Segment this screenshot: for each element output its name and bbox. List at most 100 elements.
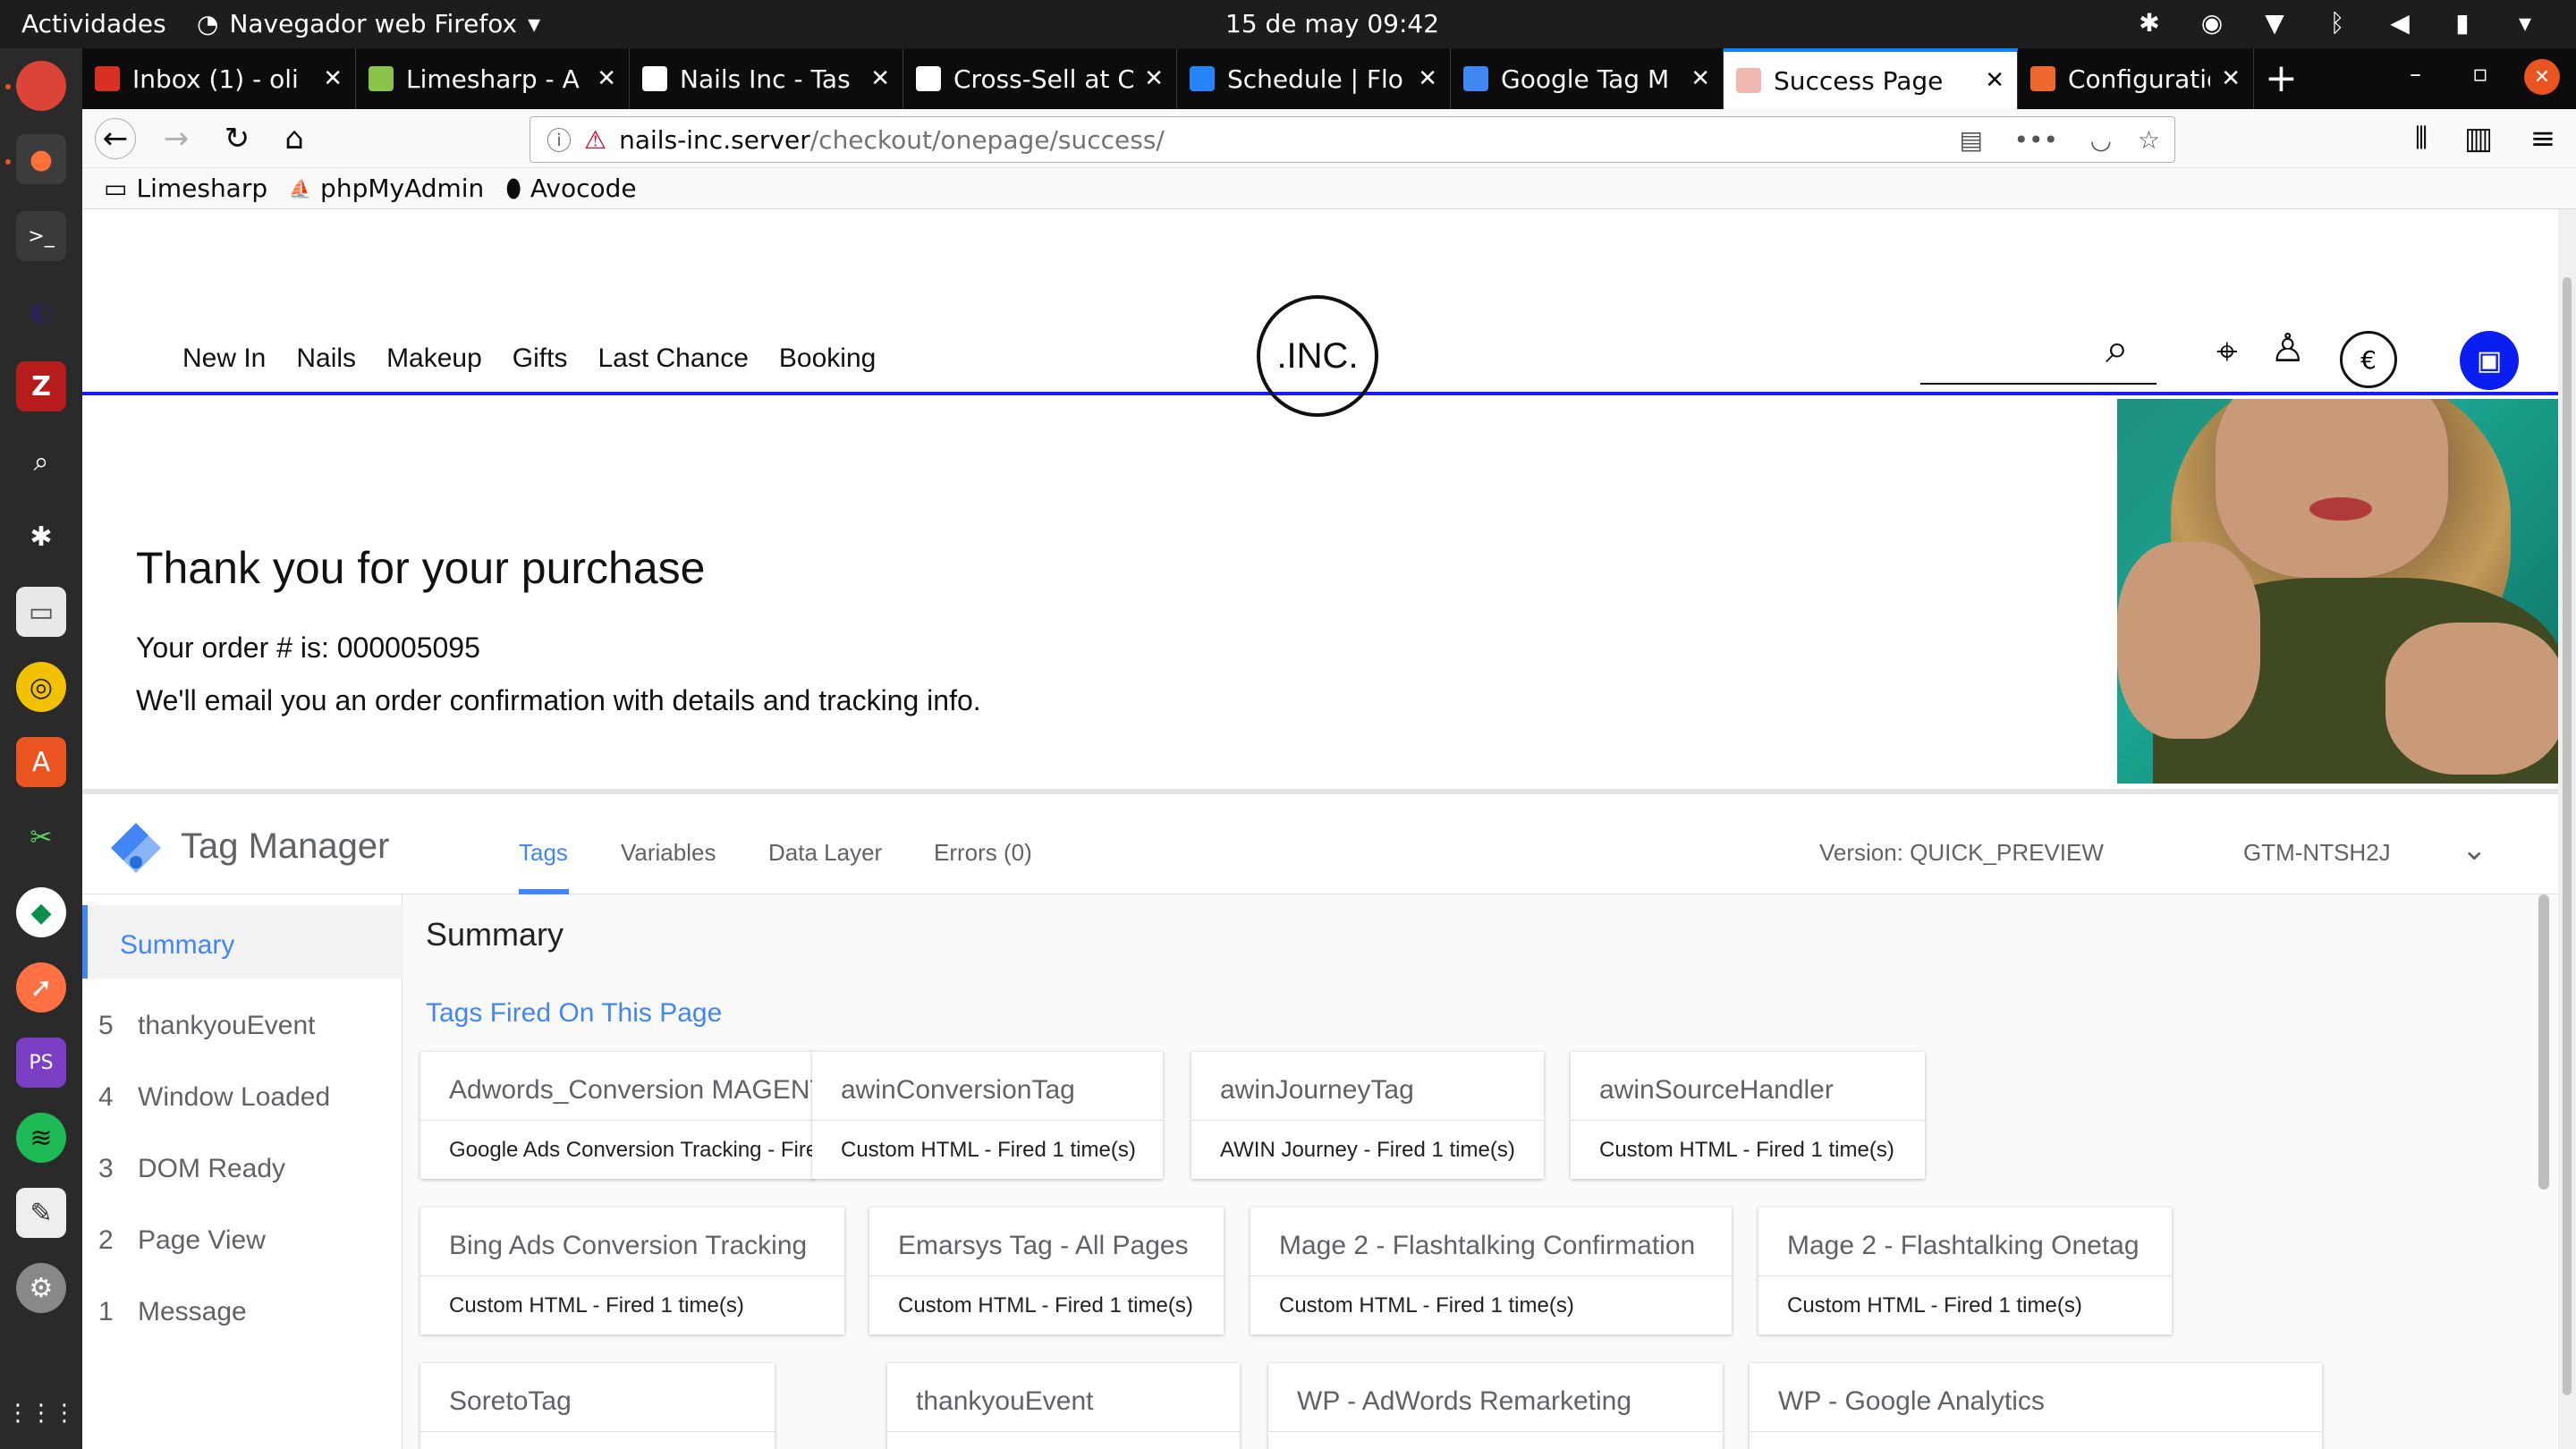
slack-tray-icon[interactable]: ✱ bbox=[2134, 7, 2165, 38]
store-locator-icon[interactable]: ⌖ bbox=[2216, 329, 2238, 374]
tab-errors[interactable]: Errors (0) bbox=[934, 839, 1032, 867]
clock[interactable]: 15 de may 09:42 bbox=[1225, 9, 1439, 38]
nav-gifts[interactable]: Gifts bbox=[513, 343, 568, 374]
browser-tab[interactable]: Schedule | Flo ✕ bbox=[1177, 48, 1451, 109]
tag-card[interactable]: WP - AdWords Remarketing bbox=[1268, 1363, 1723, 1449]
eclipse-icon[interactable]: ◐ bbox=[16, 286, 66, 336]
tag-card[interactable]: Mage 2 - Flashtalking Onetag Custom HTML … bbox=[1758, 1208, 2172, 1335]
reload-button[interactable]: ↻ bbox=[216, 118, 258, 159]
cart-bag-icon[interactable]: ▣ bbox=[2460, 331, 2519, 390]
tab-close-icon[interactable]: ✕ bbox=[323, 65, 343, 92]
tab-close-icon[interactable]: ✕ bbox=[1985, 67, 2004, 94]
power-menu-icon[interactable]: ▾ bbox=[2510, 7, 2540, 38]
bookmark-avocode[interactable]: ⬮ Avocode bbox=[505, 174, 636, 204]
back-button[interactable]: ← bbox=[95, 118, 136, 159]
slack-icon[interactable]: ✱ bbox=[16, 512, 66, 562]
sidebar-event-dom-ready[interactable]: 3 DOM Ready bbox=[98, 1154, 285, 1184]
browser-tab[interactable]: Google Tag M ✕ bbox=[1451, 48, 1724, 109]
insecure-lock-icon[interactable]: ⚠ bbox=[584, 125, 606, 155]
battery-icon[interactable]: ▮ bbox=[2447, 7, 2478, 38]
tab-tags[interactable]: Tags bbox=[519, 839, 568, 867]
browser-tab[interactable]: Limesharp - A ✕ bbox=[356, 48, 630, 109]
tag-card[interactable]: WP - Google Analytics bbox=[1750, 1363, 2322, 1449]
nav-booking[interactable]: Booking bbox=[779, 343, 876, 374]
tab-data-layer[interactable]: Data Layer bbox=[768, 839, 882, 867]
sidebar-event-thankyouevent[interactable]: 5 thankyouEvent bbox=[98, 1011, 315, 1041]
url-bar[interactable]: ⓘ ⚠ nails-inc.server/checkout/onepage/su… bbox=[530, 116, 2175, 163]
activities-button[interactable]: Actividades bbox=[21, 9, 166, 38]
site-search-input[interactable] bbox=[1920, 383, 2157, 385]
info-icon[interactable]: ⓘ bbox=[547, 122, 572, 157]
volume-icon[interactable]: ◀ bbox=[2385, 7, 2415, 38]
text-editor-icon[interactable]: ✎ bbox=[16, 1188, 66, 1238]
system-tray[interactable]: ✱ ◉ ▼ ᛒ ◀ ▮ ▾ bbox=[2134, 7, 2540, 38]
tab-close-icon[interactable]: ✕ bbox=[597, 65, 616, 92]
minimize-button[interactable]: – bbox=[2410, 61, 2421, 88]
rhythmbox-icon[interactable]: ◎ bbox=[16, 662, 66, 712]
browser-tab[interactable]: Cross-Sell at C ✕ bbox=[903, 48, 1177, 109]
browser-tab[interactable]: Configuration ✕ bbox=[2018, 48, 2254, 109]
sidebar-event-window-loaded[interactable]: 4 Window Loaded bbox=[98, 1082, 330, 1113]
tab-close-icon[interactable]: ✕ bbox=[1418, 65, 1437, 92]
reader-view-icon[interactable]: ▤ bbox=[1960, 125, 1983, 155]
tag-card[interactable]: thankyouEvent bbox=[887, 1363, 1240, 1449]
avocode-icon[interactable]: ◆ bbox=[16, 887, 66, 937]
firefox-icon[interactable]: ● bbox=[16, 134, 66, 184]
sidebar-event-message[interactable]: 1 Message bbox=[98, 1297, 247, 1327]
browser-tab[interactable]: Inbox (1) - oli ✕ bbox=[82, 48, 356, 109]
tag-card[interactable]: Emarsys Tag - All Pages Custom HTML - Fir… bbox=[869, 1208, 1224, 1335]
filezilla-icon[interactable]: Z bbox=[16, 361, 66, 411]
home-button[interactable]: ⌂ bbox=[274, 118, 315, 159]
tag-card[interactable]: Adwords_Conversion MAGENTO Google Ads Con… bbox=[420, 1052, 919, 1179]
tab-close-icon[interactable]: ✕ bbox=[870, 65, 890, 92]
tag-card[interactable]: awinConversionTag Custom HTML - Fired 1 t… bbox=[812, 1052, 1163, 1179]
chrome-icon[interactable] bbox=[16, 61, 66, 111]
browser-tab[interactable]: Success Page ✕ bbox=[1724, 48, 2018, 109]
tab-variables[interactable]: Variables bbox=[621, 839, 716, 867]
account-icon[interactable]: ♙ bbox=[2270, 326, 2305, 371]
bookmark-phpmyadmin[interactable]: ⛵ phpMyAdmin bbox=[289, 174, 484, 203]
phpstorm-icon[interactable]: PS bbox=[16, 1038, 66, 1088]
software-center-icon[interactable]: A bbox=[16, 737, 66, 787]
nav-nails[interactable]: Nails bbox=[296, 343, 356, 374]
tag-card[interactable]: SoretoTag bbox=[420, 1363, 775, 1449]
show-apps-icon[interactable]: ⋮⋮⋮ bbox=[6, 1388, 76, 1438]
settings-icon[interactable]: ⚙ bbox=[16, 1263, 66, 1313]
tab-close-icon[interactable]: ✕ bbox=[1690, 65, 1710, 92]
new-tab-button[interactable]: + bbox=[2265, 55, 2298, 101]
terminal-icon[interactable]: >_ bbox=[16, 211, 66, 261]
close-window-button[interactable]: ✕ bbox=[2524, 59, 2560, 95]
bookmark-star-icon[interactable]: ☆ bbox=[2138, 125, 2160, 155]
nav-makeup[interactable]: Makeup bbox=[386, 343, 482, 374]
search-icon[interactable]: ⌕ bbox=[16, 436, 66, 487]
wifi-icon[interactable]: ▼ bbox=[2259, 7, 2290, 38]
page-scrollbar[interactable] bbox=[2558, 209, 2576, 1449]
tag-card[interactable]: awinSourceHandler Custom HTML - Fired 1 t… bbox=[1571, 1052, 1925, 1179]
page-scrollbar-thumb[interactable] bbox=[2563, 277, 2572, 1395]
spotify-icon[interactable]: ≋ bbox=[16, 1113, 66, 1163]
currency-switcher[interactable]: € bbox=[2340, 331, 2397, 388]
site-logo[interactable]: .INC. bbox=[1257, 295, 1378, 417]
sidebar-event-page-view[interactable]: 2 Page View bbox=[98, 1225, 266, 1256]
maximize-button[interactable]: ▫ bbox=[2472, 61, 2488, 88]
files-icon[interactable]: ▭ bbox=[16, 587, 66, 637]
tab-close-icon[interactable]: ✕ bbox=[1144, 65, 1164, 92]
nav-new-in[interactable]: New In bbox=[182, 343, 266, 374]
bookmark-limesharp[interactable]: ▭ Limesharp bbox=[104, 174, 267, 203]
nav-last-chance[interactable]: Last Chance bbox=[597, 343, 748, 374]
sidebar-item-summary[interactable]: Summary bbox=[82, 905, 402, 979]
search-icon[interactable]: ⌕ bbox=[2106, 324, 2129, 374]
chevron-down-icon[interactable]: ⌄ bbox=[2462, 832, 2487, 868]
library-icon[interactable]: ⫴ bbox=[2401, 118, 2442, 159]
page-actions-icon[interactable]: ••• bbox=[2013, 125, 2058, 155]
tag-card[interactable]: Mage 2 - Flashtalking Confirmation Custom… bbox=[1250, 1208, 1732, 1335]
forward-button[interactable]: → bbox=[156, 118, 197, 159]
compass-icon[interactable]: ➚ bbox=[16, 962, 66, 1013]
hamburger-menu-icon[interactable]: ≡ bbox=[2522, 118, 2563, 159]
gtm-scrollbar[interactable] bbox=[2538, 894, 2549, 1190]
tag-card[interactable]: awinJourneyTag AWIN Journey - Fired 1 tim… bbox=[1191, 1052, 1544, 1179]
browser-tab[interactable]: Nails Inc - Tas ✕ bbox=[630, 48, 903, 109]
chrome-tray-icon[interactable]: ◉ bbox=[2197, 7, 2227, 38]
tab-close-icon[interactable]: ✕ bbox=[2221, 65, 2241, 92]
app-menu[interactable]: ◔ Navegador web Firefox ▾ bbox=[197, 9, 540, 38]
